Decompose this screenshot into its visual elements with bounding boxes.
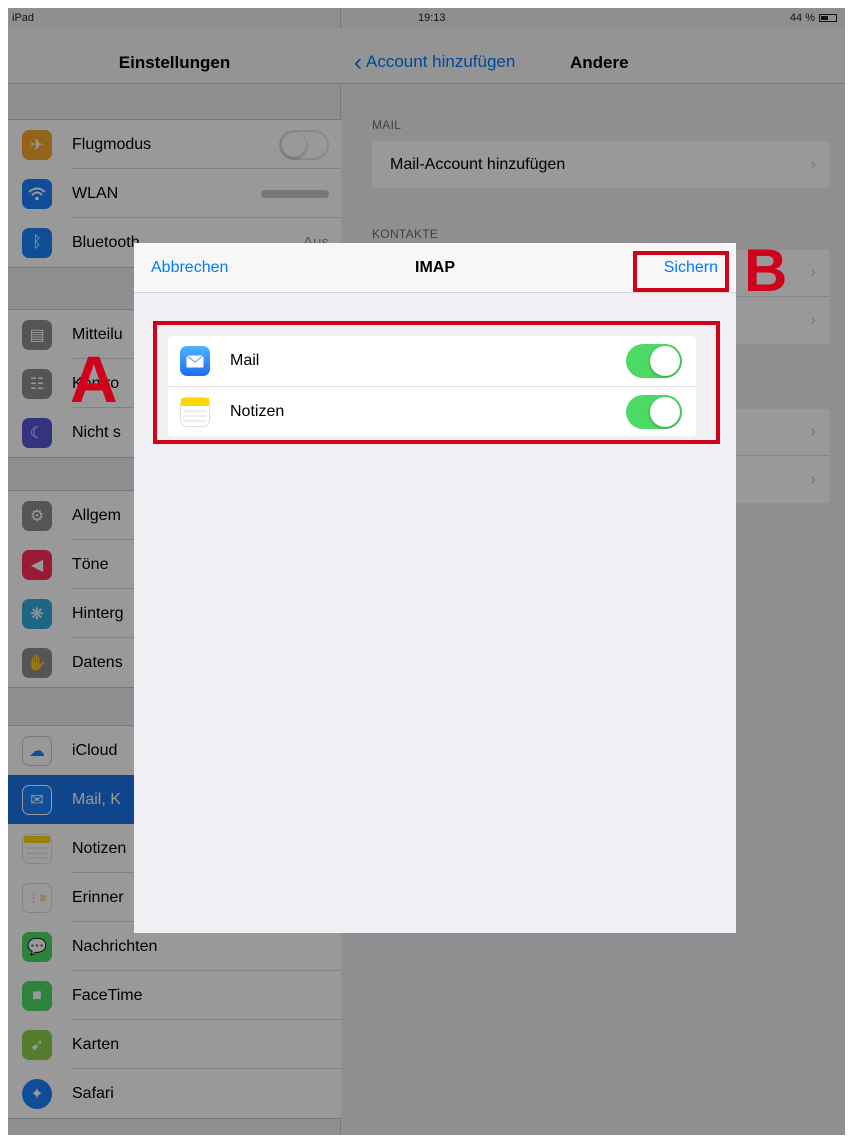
- annotation-letter-a: A: [70, 342, 118, 416]
- ipad-screen: Einstellungen ✈ Flugmodus WLAN ᛒ Bluetoo…: [8, 8, 845, 1135]
- annotation-box-b: [633, 251, 729, 292]
- annotation-letter-b: B: [744, 237, 788, 304]
- annotation-box-a: [153, 321, 720, 444]
